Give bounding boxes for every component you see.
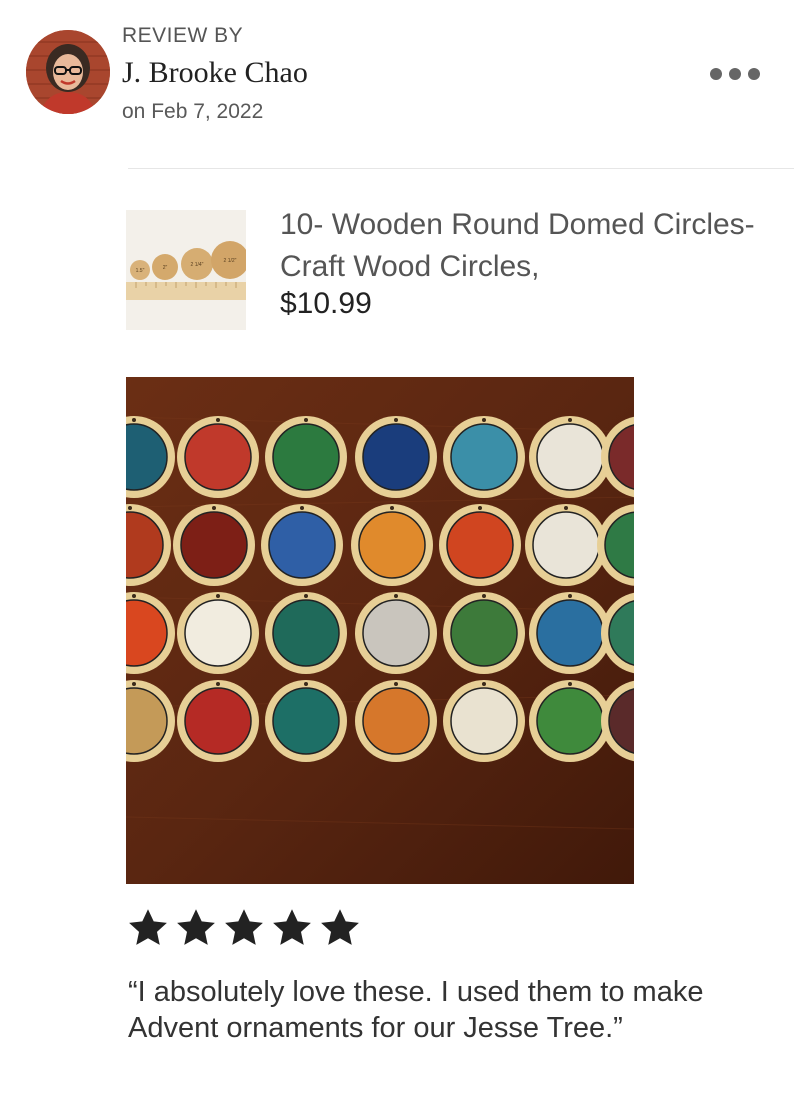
ornament-hole (128, 506, 132, 510)
ornament-face (184, 599, 252, 667)
star-icon (225, 909, 263, 945)
thumb-label: 1.5" (136, 268, 145, 274)
thumb-label: 2" (163, 265, 168, 271)
ornament-hole (212, 506, 216, 510)
ornament-face (272, 599, 340, 667)
star-icon (321, 909, 359, 945)
ornament-hole (482, 594, 486, 598)
ornament-hole (216, 682, 220, 686)
ornament-hole (216, 594, 220, 598)
ornament-face (536, 687, 604, 755)
ornament-face (450, 687, 518, 755)
divider (128, 168, 794, 169)
ornament-face (184, 423, 252, 491)
ornament-hole (216, 418, 220, 422)
ornament-hole (304, 682, 308, 686)
ornament-face (446, 511, 514, 579)
ornament-hole (394, 682, 398, 686)
ornament-hole (394, 418, 398, 422)
reviewer-avatar[interactable] (26, 30, 110, 114)
ornament-face (180, 511, 248, 579)
ornament-face (536, 423, 604, 491)
ornament-face (450, 599, 518, 667)
ornament-hole (564, 506, 568, 510)
star-rating (126, 906, 362, 950)
star-icon (177, 909, 215, 945)
product-image: 1.5" 2" 2 1/4" 2 1/2" (126, 210, 246, 330)
ornament-hole (132, 418, 136, 422)
ornament-hole (482, 418, 486, 422)
thumb-label: 2 1/2" (224, 258, 237, 264)
reviewer-name[interactable]: J. Brooke Chao (122, 56, 308, 90)
ornament-face (532, 511, 600, 579)
product-price: $10.99 (280, 287, 372, 320)
review-date: on Feb 7, 2022 (122, 100, 264, 123)
star-icon (129, 909, 167, 945)
star-icon (273, 909, 311, 945)
ornament-face (272, 423, 340, 491)
ornament-face (362, 687, 430, 755)
more-horizontal-icon (710, 68, 760, 80)
more-options-button[interactable] (700, 58, 770, 90)
ornament-face (362, 599, 430, 667)
ornament-hole (300, 506, 304, 510)
ornament-face (362, 423, 430, 491)
review-photo[interactable] (126, 377, 634, 884)
avatar-photo (26, 30, 110, 114)
thumb-label: 2 1/4" (191, 262, 204, 268)
ornament-face (358, 511, 426, 579)
ornament-hole (568, 418, 572, 422)
product-title[interactable]: 10- Wooden Round Domed Circles- Craft Wo… (280, 204, 780, 288)
ornament-hole (304, 418, 308, 422)
ornament-face (272, 687, 340, 755)
ornament-hole (390, 506, 394, 510)
ornament-hole (394, 594, 398, 598)
review-by-label: REVIEW BY (122, 24, 244, 47)
ornament-hole (568, 594, 572, 598)
ornament-face (536, 599, 604, 667)
ornament-hole (304, 594, 308, 598)
ornament-hole (132, 682, 136, 686)
ornament-face (268, 511, 336, 579)
ornament-hole (482, 682, 486, 686)
ornament-face (450, 423, 518, 491)
ornament-hole (568, 682, 572, 686)
review-text: “I absolutely love these. I used them to… (128, 976, 704, 1044)
ornaments-photo (126, 377, 634, 884)
ornament-hole (478, 506, 482, 510)
ornament-hole (132, 594, 136, 598)
product-thumbnail[interactable]: 1.5" 2" 2 1/4" 2 1/2" (126, 210, 246, 330)
ornament-face (184, 687, 252, 755)
